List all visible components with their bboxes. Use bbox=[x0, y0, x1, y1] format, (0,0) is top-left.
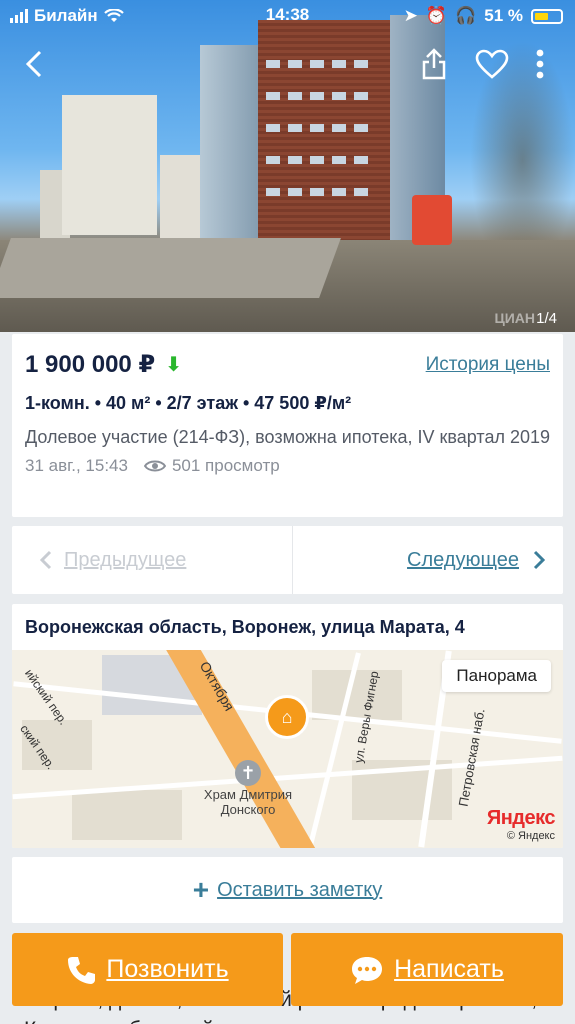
share-icon bbox=[422, 48, 446, 80]
message-label: Написать bbox=[394, 955, 504, 983]
heart-icon bbox=[475, 49, 509, 79]
address-card: Воронежская область, Воронеж, улица Мара… bbox=[12, 604, 563, 848]
phone-icon bbox=[68, 956, 96, 984]
map-label-church: Храм Дмитрия Донского bbox=[203, 787, 293, 817]
eye-icon bbox=[143, 460, 166, 472]
chevron-left-icon bbox=[40, 550, 52, 570]
views-count: 501 просмотр bbox=[171, 456, 280, 475]
map-label-petrov: Петровская наб. bbox=[455, 707, 488, 808]
call-button[interactable]: Позвонить bbox=[12, 933, 283, 1006]
photo-playground bbox=[412, 195, 452, 245]
price-row: 1 900 000 ₽ ⬇ История цены bbox=[25, 350, 550, 379]
views: 501 просмотр bbox=[143, 456, 280, 476]
headphones-icon: 🎧 bbox=[455, 6, 477, 25]
message-button[interactable]: Написать bbox=[291, 933, 563, 1006]
prev-label: Предыдущее bbox=[64, 548, 187, 571]
price-card: 1 900 000 ₽ ⬇ История цены 1-комн. • 40 … bbox=[12, 334, 563, 517]
chevron-left-icon bbox=[25, 50, 42, 78]
map-label-left: ийский пер. bbox=[22, 666, 71, 728]
share-button[interactable] bbox=[414, 44, 454, 84]
price-value: 1 900 000 ₽ bbox=[25, 351, 156, 378]
location-pin-icon: ⌂ bbox=[265, 695, 309, 739]
yandex-logo: Яндекс bbox=[486, 807, 556, 829]
more-button[interactable] bbox=[520, 44, 560, 84]
more-vertical-icon bbox=[536, 49, 544, 79]
photo-counter: 1/4 bbox=[536, 310, 557, 327]
status-right: ➤ ⏰ 🎧 51 % bbox=[404, 6, 563, 26]
battery-icon bbox=[531, 8, 563, 24]
church-icon: ✝ bbox=[235, 760, 261, 786]
price-down-icon: ⬇ bbox=[165, 354, 182, 376]
prev-button[interactable]: Предыдущее bbox=[12, 526, 293, 594]
listing-date: 31 авг., 15:43 bbox=[25, 456, 128, 475]
price: 1 900 000 ₽ ⬇ bbox=[25, 350, 182, 379]
next-label: Следующее bbox=[407, 548, 519, 571]
yandex-copyright: © Яндекс bbox=[506, 830, 555, 842]
add-note-label: Оставить заметку bbox=[217, 878, 383, 901]
location-icon: ➤ bbox=[403, 6, 418, 25]
yandex-attribution: Яндекс © Яндекс bbox=[486, 807, 556, 842]
status-bar: Билайн 14:38 ➤ ⏰ 🎧 51 % bbox=[0, 0, 575, 32]
photo-building bbox=[62, 95, 157, 235]
chat-icon bbox=[352, 956, 383, 984]
plus-icon: + bbox=[192, 874, 210, 905]
map-block bbox=[72, 790, 182, 840]
map-main-road bbox=[164, 650, 330, 848]
panorama-button[interactable]: Панорама bbox=[442, 660, 551, 692]
map-block bbox=[312, 670, 402, 720]
add-note-button[interactable]: + Оставить заметку bbox=[12, 857, 563, 923]
photo-building-main bbox=[258, 20, 393, 248]
listing-description: Долевое участие (214-ФЗ), возможна ипоте… bbox=[25, 427, 550, 447]
listing-navigation: Предыдущее Следующее bbox=[12, 526, 563, 594]
call-label: Позвонить bbox=[106, 955, 229, 983]
listing-params: 1-комн. • 40 м² • 2/7 этаж • 47 500 ₽/м² bbox=[25, 393, 352, 413]
address-text: Воронежская область, Воронеж, улица Мара… bbox=[25, 617, 465, 637]
alarm-icon: ⏰ bbox=[425, 6, 448, 25]
battery-percent: 51 % bbox=[484, 6, 523, 25]
listing-meta: 31 авг., 15:43 501 просмотр bbox=[25, 456, 550, 476]
chevron-right-icon bbox=[533, 550, 545, 570]
photo-road bbox=[0, 238, 341, 298]
photo-building bbox=[200, 45, 265, 245]
next-button[interactable]: Следующее bbox=[293, 526, 563, 594]
map[interactable]: Октября ул. Веры Фигнер Петровская наб. … bbox=[12, 650, 563, 848]
back-button[interactable] bbox=[14, 44, 54, 84]
listing-photo[interactable]: Билайн 14:38 ➤ ⏰ 🎧 51 % ЦИАН 1/4 bbox=[0, 0, 575, 332]
photo-watermark: ЦИАН bbox=[494, 310, 535, 326]
favorite-button[interactable] bbox=[472, 44, 512, 84]
price-history-link[interactable]: История цены bbox=[426, 354, 550, 376]
